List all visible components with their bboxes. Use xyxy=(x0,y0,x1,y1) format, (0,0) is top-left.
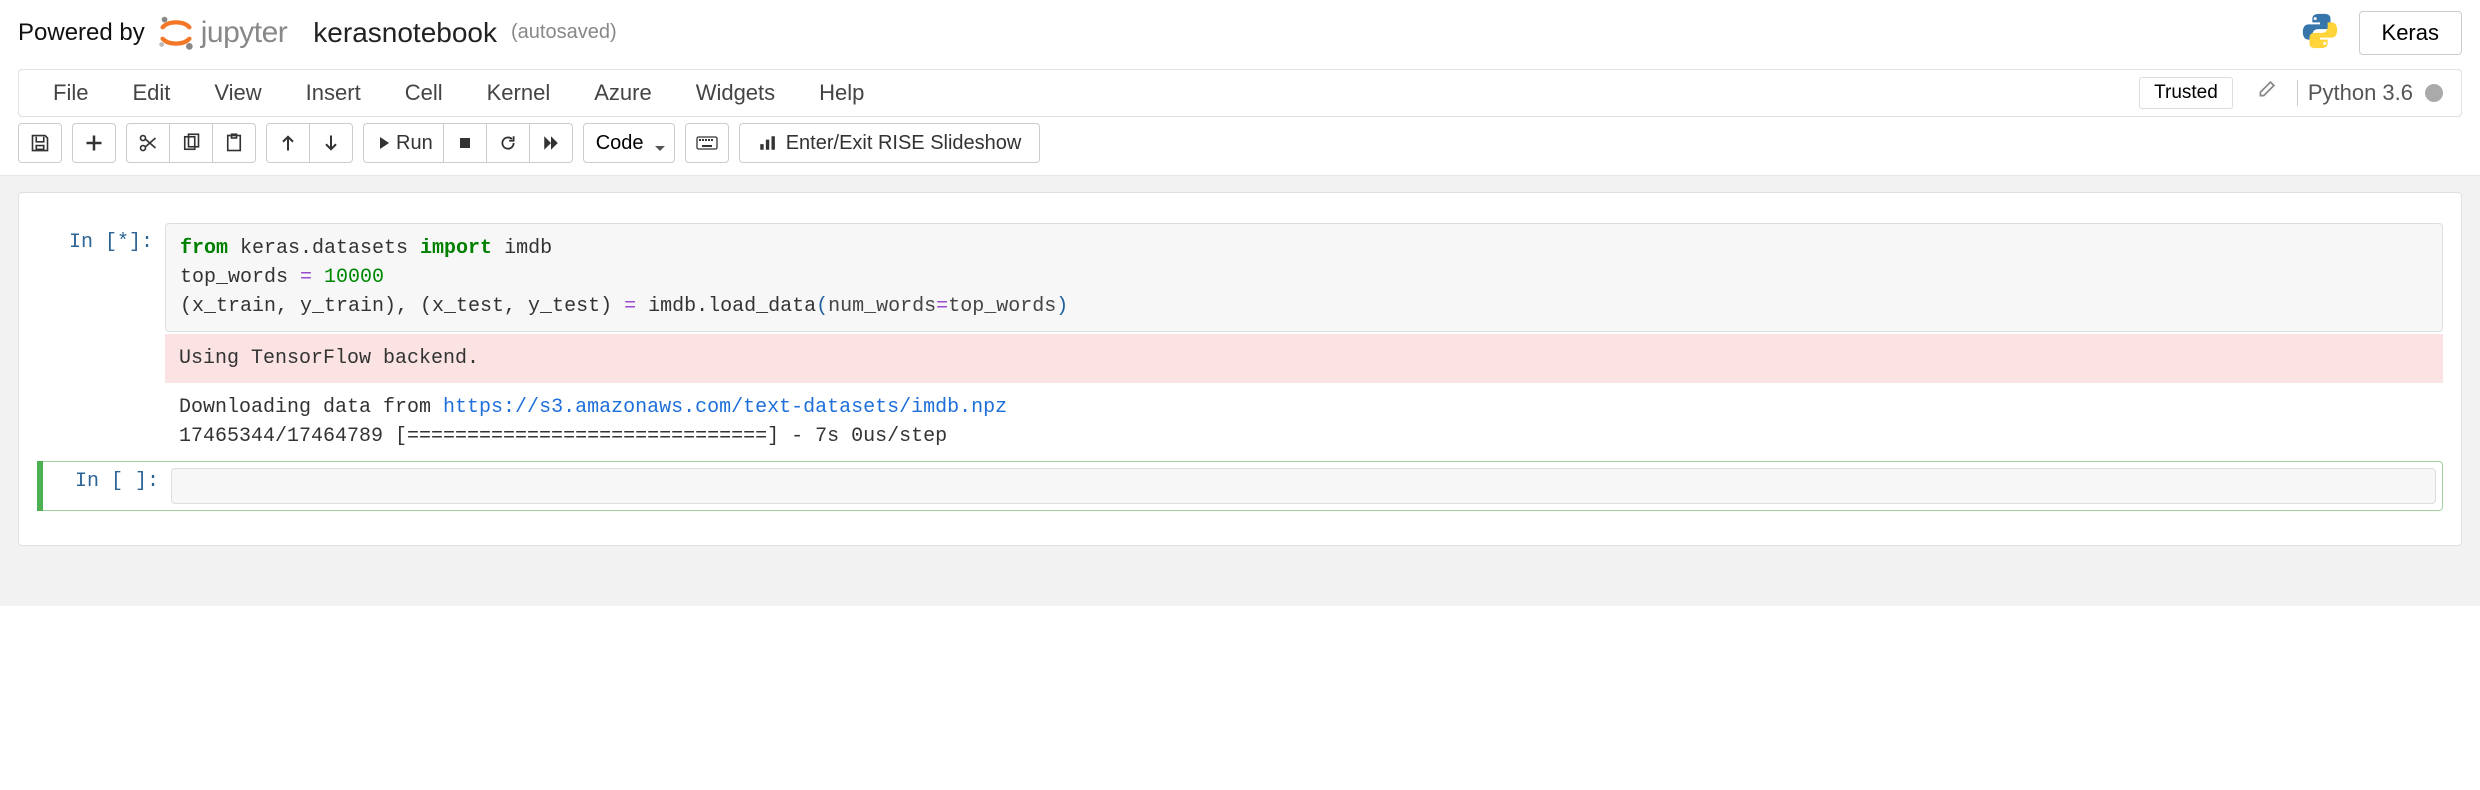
menubar: File Edit View Insert Cell Kernel Azure … xyxy=(18,69,2462,117)
arrow-down-icon xyxy=(321,133,341,153)
kernel-status-icon xyxy=(2425,84,2443,102)
keyboard-icon xyxy=(696,135,718,151)
output-stdout: Downloading data from https://s3.amazona… xyxy=(165,383,2443,451)
menu-file[interactable]: File xyxy=(31,69,110,117)
celltype-select[interactable]: Code xyxy=(583,123,675,163)
jupyter-logo: jupyter xyxy=(155,12,288,54)
plus-icon xyxy=(84,133,104,153)
run-button[interactable]: Run xyxy=(363,123,444,163)
celltype-select-wrap[interactable]: Code xyxy=(583,123,675,163)
code-input[interactable]: from keras.datasets import imdb top_word… xyxy=(165,223,2443,332)
notebook-scroll-area[interactable]: In [*]: from keras.datasets import imdb … xyxy=(0,176,2480,606)
copy-icon xyxy=(181,133,201,153)
input-prompt: In [ ]: xyxy=(43,462,171,510)
jupyter-text: jupyter xyxy=(201,16,288,50)
input-prompt: In [*]: xyxy=(37,223,165,451)
pencil-icon[interactable] xyxy=(2245,81,2287,105)
notebook-header: Powered by jupyter kerasnotebook (autosa… xyxy=(0,0,2480,69)
arrow-up-icon xyxy=(278,133,298,153)
python-logo-icon xyxy=(2299,10,2341,55)
menu-azure[interactable]: Azure xyxy=(572,69,673,117)
restart-icon xyxy=(499,134,517,152)
code-cell[interactable]: In [*]: from keras.datasets import imdb … xyxy=(37,223,2443,451)
notebook-container: In [*]: from keras.datasets import imdb … xyxy=(18,192,2462,546)
stop-icon xyxy=(457,135,473,151)
command-palette-button[interactable] xyxy=(685,123,729,163)
bar-chart-icon xyxy=(758,134,776,152)
run-label: Run xyxy=(396,132,433,155)
fast-forward-icon xyxy=(542,134,560,152)
menu-kernel[interactable]: Kernel xyxy=(465,69,573,117)
output-stderr: Using TensorFlow backend. xyxy=(165,334,2443,383)
save-button[interactable] xyxy=(18,123,62,163)
menu-cell[interactable]: Cell xyxy=(383,69,465,117)
scissors-icon xyxy=(138,133,158,153)
move-down-button[interactable] xyxy=(309,123,353,163)
run-icon xyxy=(374,135,390,151)
copy-button[interactable] xyxy=(169,123,213,163)
save-icon xyxy=(30,133,50,153)
notebook-name[interactable]: kerasnotebook xyxy=(313,17,497,49)
rise-slideshow-button[interactable]: Enter/Exit RISE Slideshow xyxy=(739,123,1041,163)
interrupt-button[interactable] xyxy=(443,123,487,163)
menu-view[interactable]: View xyxy=(192,69,283,117)
restart-run-all-button[interactable] xyxy=(529,123,573,163)
paste-icon xyxy=(224,133,244,153)
powered-by-label: Powered by xyxy=(18,19,145,47)
kernel-name[interactable]: Python 3.6 xyxy=(2308,80,2413,106)
code-input[interactable] xyxy=(171,468,2436,504)
divider xyxy=(2297,80,2298,106)
menu-edit[interactable]: Edit xyxy=(110,69,192,117)
code-cell-selected[interactable]: In [ ]: xyxy=(37,461,2443,511)
trusted-button[interactable]: Trusted xyxy=(2139,77,2233,109)
insert-cell-button[interactable] xyxy=(72,123,116,163)
autosave-indicator: (autosaved) xyxy=(511,21,617,44)
rise-label: Enter/Exit RISE Slideshow xyxy=(786,132,1022,155)
paste-button[interactable] xyxy=(212,123,256,163)
jupyter-icon xyxy=(155,12,197,54)
menu-insert[interactable]: Insert xyxy=(284,69,383,117)
move-up-button[interactable] xyxy=(266,123,310,163)
keras-button[interactable]: Keras xyxy=(2359,11,2462,55)
download-url-link[interactable]: https://s3.amazonaws.com/text-datasets/i… xyxy=(443,396,1007,419)
menu-widgets[interactable]: Widgets xyxy=(674,69,797,117)
restart-button[interactable] xyxy=(486,123,530,163)
toolbar: Run Code xyxy=(18,123,2462,163)
cut-button[interactable] xyxy=(126,123,170,163)
menu-help[interactable]: Help xyxy=(797,69,886,117)
